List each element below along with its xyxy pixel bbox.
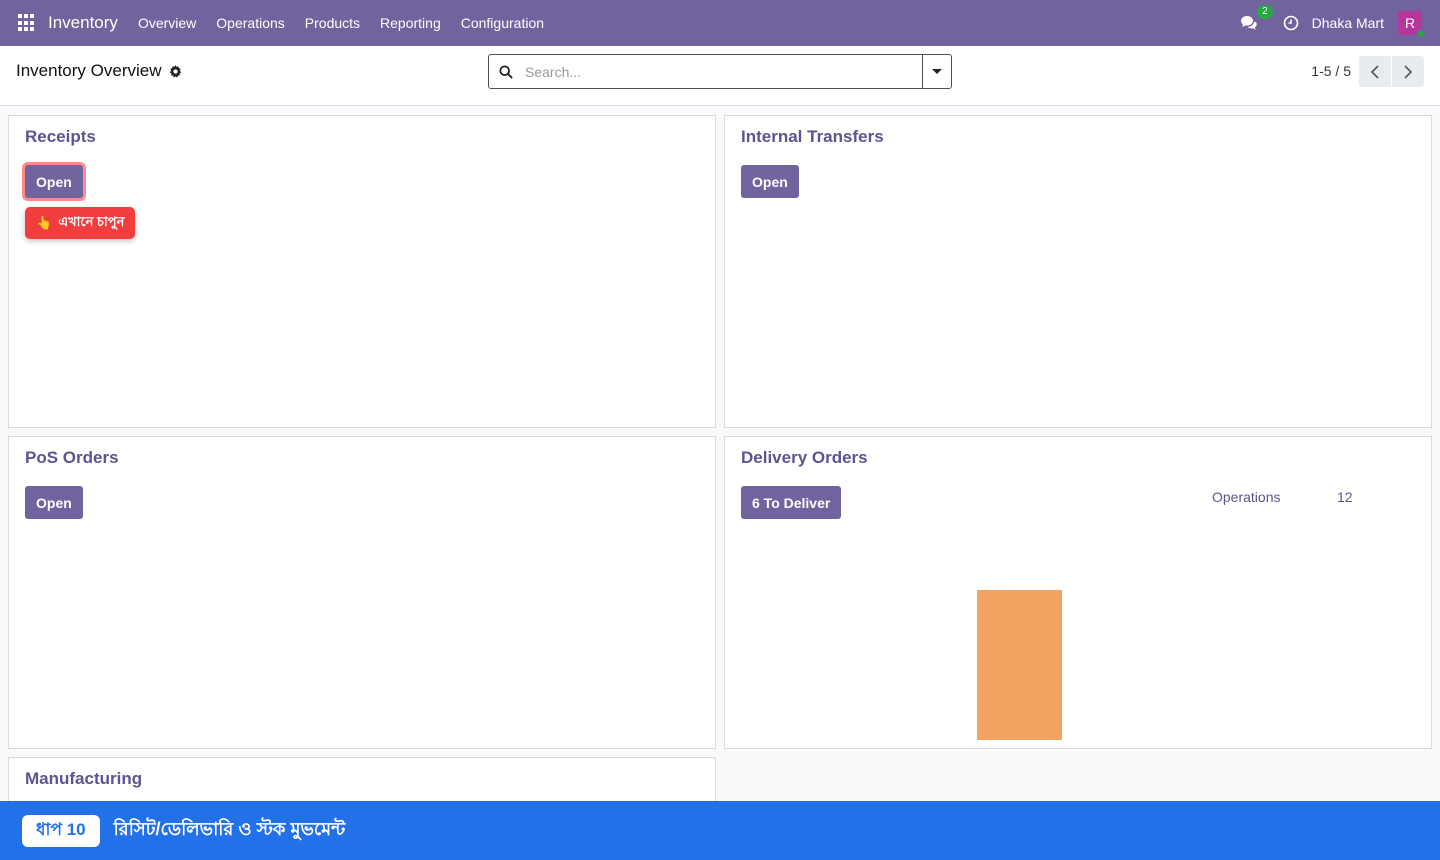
step-number-pill: ধাপ 10 <box>22 814 100 847</box>
search-icon <box>499 64 513 79</box>
chevron-right-icon <box>1404 64 1413 79</box>
menu-overview[interactable]: Overview <box>128 0 206 46</box>
internal-transfers-open-button[interactable]: Open <box>741 165 799 198</box>
chat-icon <box>1240 16 1257 30</box>
step-description: রিসিট/ডেলিভারি ও স্টক মুভমেন্ট <box>113 819 346 839</box>
caret-down-icon <box>932 69 942 74</box>
card-pos-orders: PoS Orders Open <box>8 436 716 749</box>
menu-operations[interactable]: Operations <box>206 0 294 46</box>
company-switcher[interactable]: Dhaka Mart <box>1312 15 1384 31</box>
tooltip-text: এখানে চাপুন <box>58 213 125 229</box>
control-panel: Inventory Overview 1-5 / 5 <box>0 46 1440 106</box>
pager-value[interactable]: 1-5 / 5 <box>1311 63 1351 79</box>
gear-icon[interactable] <box>169 64 182 78</box>
to-deliver-button[interactable]: 6 To Deliver <box>741 486 842 519</box>
top-navbar: Inventory Overview Operations Products R… <box>0 0 1440 46</box>
search-options-toggle[interactable] <box>922 55 951 88</box>
operations-stat-value[interactable]: 12 <box>1337 489 1353 505</box>
page-title: Inventory Overview <box>16 61 182 81</box>
pager-next-button[interactable] <box>1392 56 1424 87</box>
card-delivery-orders: Delivery Orders 6 To Deliver Operations … <box>724 436 1432 749</box>
messages-count-badge: 2 <box>1257 5 1273 19</box>
online-status-dot <box>1416 29 1426 39</box>
click-here-tooltip: 👆 এখানে চাপুন <box>25 207 136 239</box>
user-avatar[interactable]: R <box>1398 11 1426 39</box>
menu-products[interactable]: Products <box>295 0 370 46</box>
search-bar <box>488 54 952 89</box>
operations-stat-label[interactable]: Operations <box>1212 489 1280 505</box>
apps-grid-icon[interactable] <box>18 14 36 32</box>
navbar-systray: 2 Dhaka Mart R <box>1237 0 1440 46</box>
receipts-open-button[interactable]: Open <box>25 165 83 198</box>
pager-previous-button[interactable] <box>1359 56 1391 87</box>
messages-button[interactable]: 2 <box>1237 5 1273 35</box>
clock-icon[interactable] <box>1283 15 1299 31</box>
menu-reporting[interactable]: Reporting <box>370 0 451 46</box>
card-receipts: Receipts Open 👆 এখানে চাপুন <box>8 115 716 428</box>
card-title-pos-orders[interactable]: PoS Orders <box>25 448 119 468</box>
card-title-manufacturing[interactable]: Manufacturing <box>25 769 142 789</box>
pointing-hand-icon: 👆 <box>36 215 53 230</box>
page-title-text: Inventory Overview <box>16 61 162 80</box>
pos-orders-open-button[interactable]: Open <box>25 486 83 519</box>
card-title-receipts[interactable]: Receipts <box>25 127 96 147</box>
delivery-graph-bar[interactable] <box>977 590 1062 740</box>
chevron-left-icon <box>1370 64 1379 79</box>
avatar-letter: R <box>1404 15 1416 31</box>
menu-configuration[interactable]: Configuration <box>451 0 554 46</box>
app-brand[interactable]: Inventory <box>48 13 118 33</box>
card-title-delivery-orders[interactable]: Delivery Orders <box>741 448 868 468</box>
tutorial-step-banner: ধাপ 10 রিসিট/ডেলিভারি ও স্টক মুভমেন্ট <box>0 801 1440 860</box>
card-internal-transfers: Internal Transfers Open <box>724 115 1432 428</box>
card-title-internal-transfers[interactable]: Internal Transfers <box>741 127 884 147</box>
search-input[interactable] <box>525 63 922 80</box>
